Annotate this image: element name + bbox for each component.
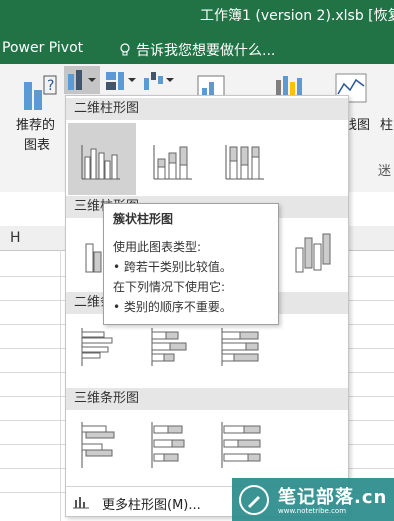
section-3d-bar: 三维条形图	[66, 388, 348, 410]
recommended-charts-label-2[interactable]: 图表	[24, 134, 50, 153]
hierarchy-chart-icon[interactable]	[104, 68, 138, 92]
percent-stacked-column-icon	[225, 145, 264, 180]
section-2d-column: 二维柱形图	[66, 98, 348, 120]
tooltip-line: • 类别的顺序不重要。	[113, 300, 232, 314]
tell-me-text: 告诉我您想要做什么...	[136, 43, 276, 59]
clustered-bar-icon	[81, 328, 113, 366]
waterfall-chart-icon[interactable]	[142, 68, 176, 92]
percent-stacked-bar-option[interactable]	[216, 322, 270, 372]
column-chart-icon	[68, 70, 96, 90]
tooltip-line: • 跨若干类别比较值。	[113, 260, 232, 274]
3d-percent-stacked-bar-icon	[221, 422, 261, 468]
3d-stacked-bar-option[interactable]	[146, 418, 200, 474]
lightbulb-icon	[120, 43, 130, 56]
recommended-charts-label-1[interactable]: 推荐的	[16, 114, 55, 133]
stacked-column-icon	[153, 145, 192, 180]
watermark: 笔记部落.cn www.notetribe.com	[232, 478, 394, 521]
stacked-bar-icon	[151, 328, 187, 366]
recommended-charts-icon[interactable]: ?	[22, 74, 58, 114]
title-bar: 工作簿1 (version 2).xlsb [恢复	[0, 0, 394, 34]
3d-column-option[interactable]	[288, 222, 342, 286]
clustered-column-option[interactable]	[68, 123, 136, 195]
tell-me-box[interactable]: 告诉我您想要做什么...	[118, 40, 275, 60]
watermark-subtext: www.notetribe.com	[278, 507, 347, 515]
column-chart-button[interactable]	[64, 66, 100, 94]
watermark-text: 笔记部落.cn	[278, 487, 388, 508]
tab-power-pivot[interactable]: Power Pivot	[2, 40, 83, 56]
column-chart-small-icon	[73, 497, 89, 509]
ribbon-tabs: Power Pivot 告诉我您想要做什么...	[0, 34, 394, 64]
svg-text:?: ?	[47, 78, 54, 94]
grid-line	[60, 250, 61, 521]
3d-percent-stacked-bar-option[interactable]	[216, 418, 270, 474]
tooltip-line: 在下列情况下使用它:	[113, 280, 226, 294]
3d-column-icon	[295, 233, 331, 273]
stacked-column-option[interactable]	[140, 123, 208, 195]
column-sparkline-label[interactable]: 柱	[380, 114, 393, 133]
stacked-bar-option[interactable]	[146, 322, 200, 372]
clustered-bar-option[interactable]	[76, 322, 130, 372]
tooltip-title: 簇状柱形图	[113, 212, 174, 226]
sparklines-group-label: 迷	[378, 164, 392, 179]
tooltip-line: 使用此图表类型:	[113, 240, 202, 254]
chart-type-tooltip: 簇状柱形图 使用此图表类型: • 跨若干类别比较值。 在下列情况下使用它: • …	[103, 203, 279, 325]
column-header-h[interactable]: H	[10, 230, 21, 246]
3d-stacked-bar-icon	[151, 422, 185, 468]
percent-stacked-bar-icon	[221, 328, 259, 366]
clustered-column-icon	[81, 145, 120, 180]
window-title: 工作簿1 (version 2).xlsb [恢复	[200, 8, 394, 24]
more-column-charts-label: 更多柱形图(M)...	[102, 498, 201, 513]
percent-stacked-column-option[interactable]	[212, 123, 280, 195]
pen-logo-icon	[239, 485, 269, 515]
3d-clustered-bar-option[interactable]	[76, 418, 130, 474]
3d-clustered-bar-icon	[81, 422, 115, 468]
